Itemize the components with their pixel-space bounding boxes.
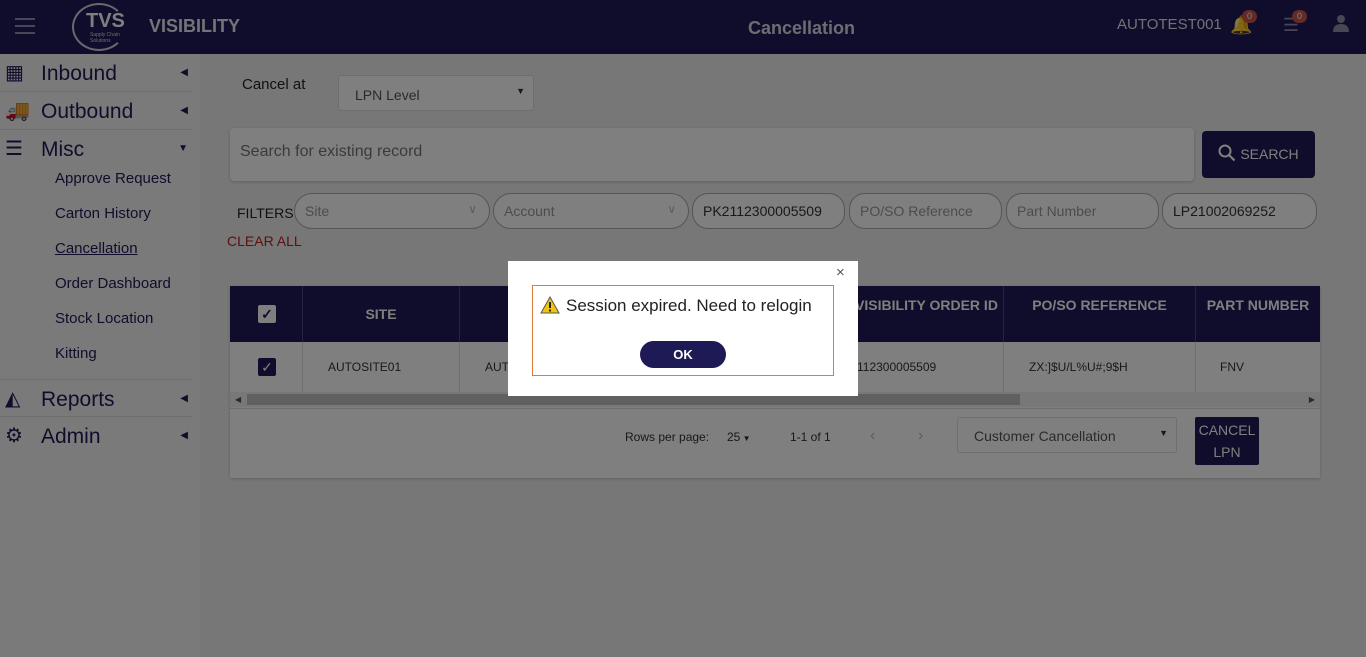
session-expired-dialog: × Session expired. Need to relogin OK (508, 261, 858, 396)
dialog-content: Session expired. Need to relogin OK (532, 285, 834, 376)
warning-icon (540, 296, 560, 314)
close-icon[interactable]: × (836, 264, 845, 281)
dialog-message: Session expired. Need to relogin (566, 296, 812, 315)
ok-button[interactable]: OK (640, 341, 726, 368)
